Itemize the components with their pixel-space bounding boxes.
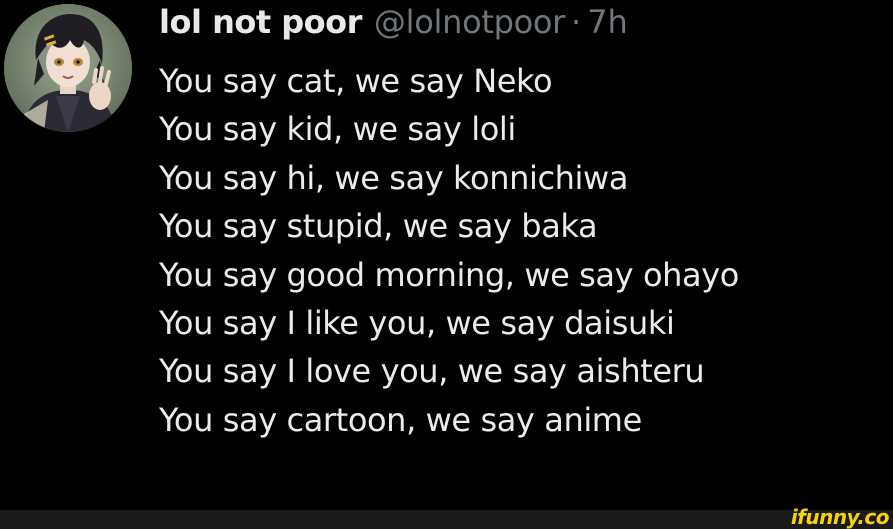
tweet-body: You say cat, we say Neko You say kid, we…	[159, 57, 893, 444]
tweet-header: lol not poor @lolnotpoor · 7h	[159, 0, 628, 44]
tweet-line: You say I love you, we say aishteru	[159, 352, 705, 391]
avatar-image	[4, 4, 132, 132]
tweet-line: You say I like you, we say daisuki	[159, 303, 675, 342]
display-name[interactable]: lol not poor	[159, 0, 362, 44]
timestamp[interactable]: 7h	[587, 0, 628, 44]
tweet-line: You say kid, we say loli	[159, 110, 516, 149]
tweet-line: You say good morning, we say ohayo	[159, 255, 739, 294]
separator-dot: ·	[571, 3, 582, 41]
tweet-line: You say stupid, we say baka	[159, 207, 598, 246]
tweet-line: You say cartoon, we say anime	[159, 400, 642, 439]
avatar[interactable]	[4, 4, 132, 132]
user-handle[interactable]: @lolnotpoor	[374, 0, 565, 44]
ifunny-watermark: ifunny.co	[790, 505, 890, 529]
tweet-line: You say cat, we say Neko	[159, 62, 553, 100]
tweet-line: You say hi, we say konnichiwa	[159, 158, 629, 197]
watermark-bar	[0, 510, 893, 529]
